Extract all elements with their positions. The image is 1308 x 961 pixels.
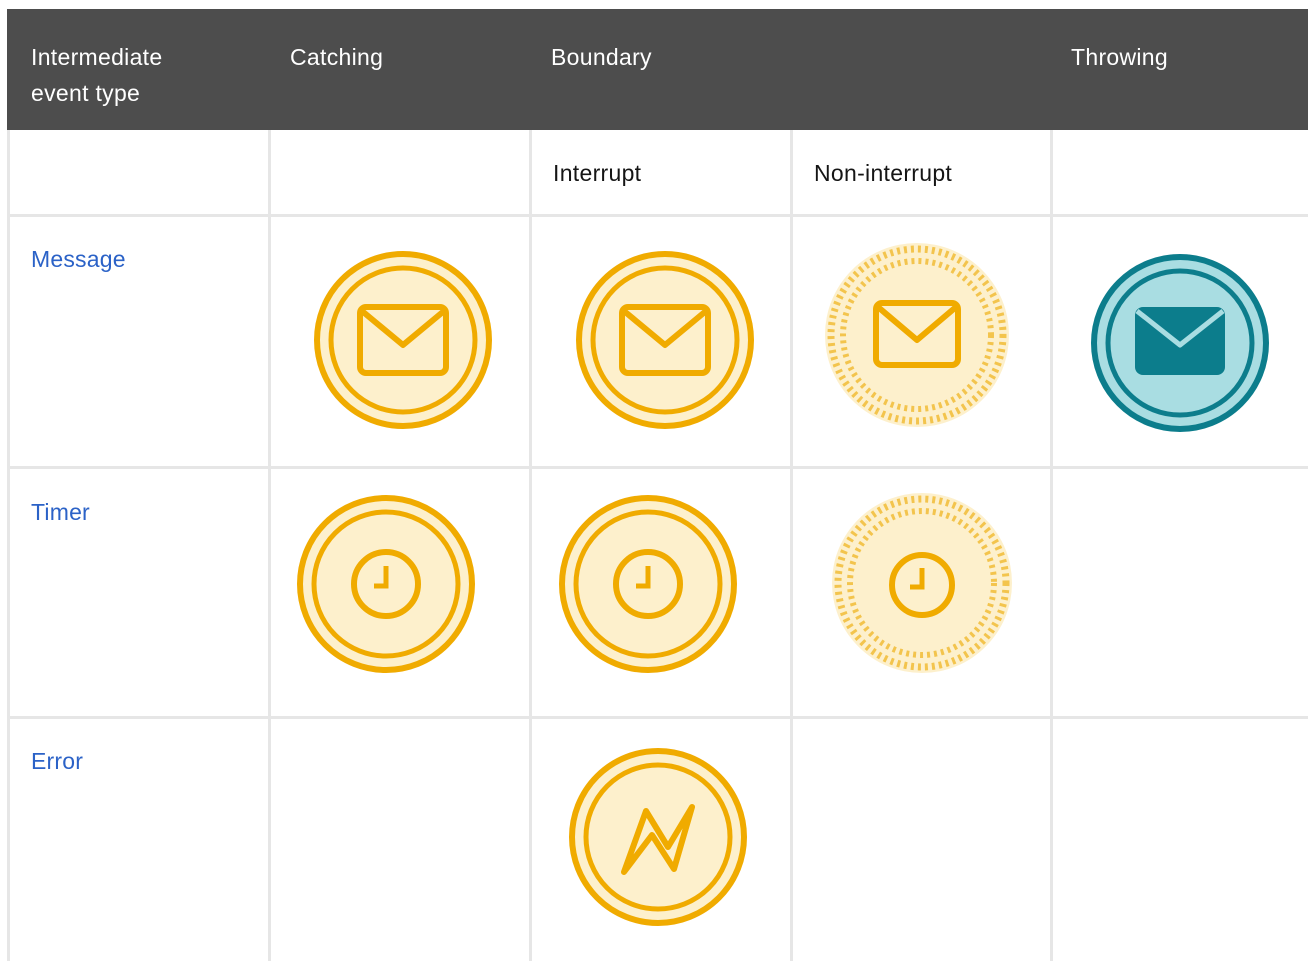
timer-boundary-non-interrupt-icon [830,491,1014,675]
grid-line [7,716,1308,719]
header-catching: Catching [290,44,384,70]
header-boundary: Boundary [551,44,652,70]
event-type-table: Intermediate event type Catching Boundar… [7,9,1308,961]
timer-catching-icon [296,494,476,674]
table-header: Intermediate event type Catching Boundar… [7,9,1308,130]
timer-boundary-interrupt-icon [558,494,738,674]
header-throwing: Throwing [1071,44,1168,70]
message-throwing-icon [1090,253,1270,433]
grid-line [790,130,793,961]
error-boundary-interrupt-icon [568,747,748,927]
message-boundary-non-interrupt-icon [823,241,1011,429]
grid-line [7,214,1308,217]
grid-line [7,130,10,961]
row-label-error[interactable]: Error [31,748,83,775]
message-catching-icon [313,250,493,430]
message-boundary-interrupt-icon [575,250,755,430]
grid-line [1050,130,1053,961]
subheader-non-interrupt: Non-interrupt [814,160,953,186]
grid-line [529,130,532,961]
subheader-interrupt: Interrupt [553,160,642,186]
header-event-type-line2: event type [31,80,141,106]
header-event-type-line1: Intermediate [31,44,163,70]
header-event-type: Intermediate event type [7,9,267,130]
row-label-message[interactable]: Message [31,246,126,273]
row-label-timer[interactable]: Timer [31,499,90,526]
grid-line [268,130,271,961]
grid-line [7,466,1308,469]
